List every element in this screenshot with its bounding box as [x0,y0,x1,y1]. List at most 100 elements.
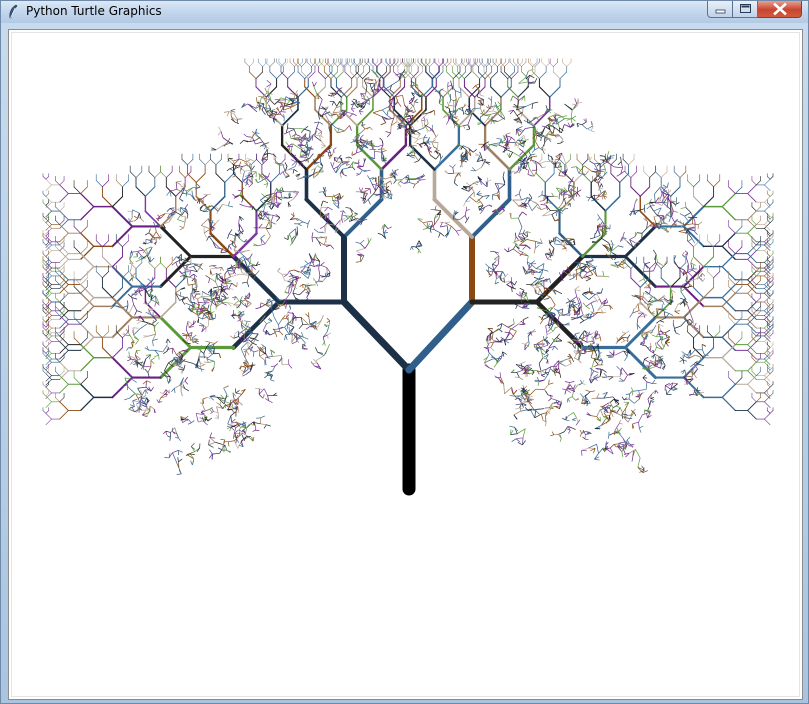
tree-branch [255,71,264,79]
window-title: Python Turtle Graphics [26,4,162,18]
tree-twig [704,354,709,356]
tree-twig [558,431,565,435]
tree-twig [213,340,218,345]
tree-twig [184,388,190,392]
tree-twig [523,231,528,235]
tree-branch [479,71,487,79]
tree-twig [629,236,636,240]
tree-branch [457,61,463,67]
tree-twig [545,416,547,422]
tree-branch [45,392,50,397]
tree-twig [566,389,571,393]
tree-twig [576,101,583,104]
tree-twig [191,190,193,196]
tree-branch [293,61,299,67]
tree-twig [166,190,171,196]
tree-branch [769,275,774,280]
tree-branch [623,224,657,258]
tree-twig [179,227,184,231]
tree-twig [176,180,182,183]
tree-twig [439,232,445,237]
tree-twig [211,220,214,226]
tree-twig [289,228,296,235]
tree-twig [564,103,573,111]
tree-twig [647,398,651,406]
tree-twig [185,302,190,305]
tree-branch [693,331,701,339]
tree-branch [148,171,156,178]
tree-branch [639,277,651,288]
tree-twig [246,282,250,288]
tree-twig [283,103,285,111]
tree-branch [721,206,736,221]
tree-twig [300,128,305,133]
tree-twig [621,396,625,401]
tree-twig [194,293,197,298]
tree-twig [169,207,175,209]
tree-twig [580,317,585,321]
tree-twig [144,368,149,373]
tree-twig [527,336,530,344]
tree-branch [769,350,774,354]
tree-branch [307,71,316,79]
maximize-button[interactable] [733,1,758,18]
tree-twig [521,342,526,345]
tree-twig [560,362,566,367]
tree-branch [693,240,701,248]
minimize-button[interactable] [707,1,733,18]
tree-branch [101,287,113,299]
tree-branch [45,193,50,197]
title-bar[interactable]: Python Turtle Graphics [1,1,808,23]
tree-branch [581,173,592,183]
tree-twig [416,128,424,131]
tree-branch [376,61,382,67]
tree-branch [204,159,211,166]
tree-branch [249,61,254,67]
tree-branch [42,232,47,237]
tree-twig [619,423,623,425]
tree-branch [769,241,774,246]
tree-branch [45,284,50,288]
tree-twig [557,291,563,294]
tree-twig [351,151,353,156]
tree-branch [355,61,361,67]
tree-branch [95,271,103,279]
tree-twig [180,391,183,397]
tree-twig [559,403,561,409]
tree-branch [59,206,65,212]
tree-twig [243,133,248,137]
tree-branch [429,61,435,67]
tree-branch [199,159,206,166]
tree-branch [405,298,476,374]
tree-branch [45,413,52,420]
tree-branch [42,332,47,337]
tree-twig [519,233,524,235]
tree-branch [301,71,309,79]
tree-twig [322,187,326,192]
tree-twig [184,376,188,382]
tree-twig [410,246,412,250]
tree-twig [255,141,263,145]
close-button[interactable] [758,1,802,18]
tree-branch [693,180,701,188]
tree-twig [184,380,189,385]
tree-twig [135,252,138,258]
tree-twig [516,372,520,378]
tree-branch [135,171,143,178]
turtle-canvas[interactable] [11,32,800,697]
tree-twig [366,169,371,172]
tree-twig [601,183,604,188]
tree-twig [306,293,310,298]
tree-twig [693,373,697,379]
tree-twig [567,396,573,400]
tree-twig [690,349,696,356]
tree-twig [333,147,337,150]
tree-twig [552,134,559,136]
tree-branch [509,61,515,67]
tree-twig [641,228,647,234]
tree-twig [312,358,318,364]
tree-branch [80,396,95,412]
tree-branch [337,61,343,67]
tree-twig [522,206,528,209]
tree-twig [293,193,299,200]
